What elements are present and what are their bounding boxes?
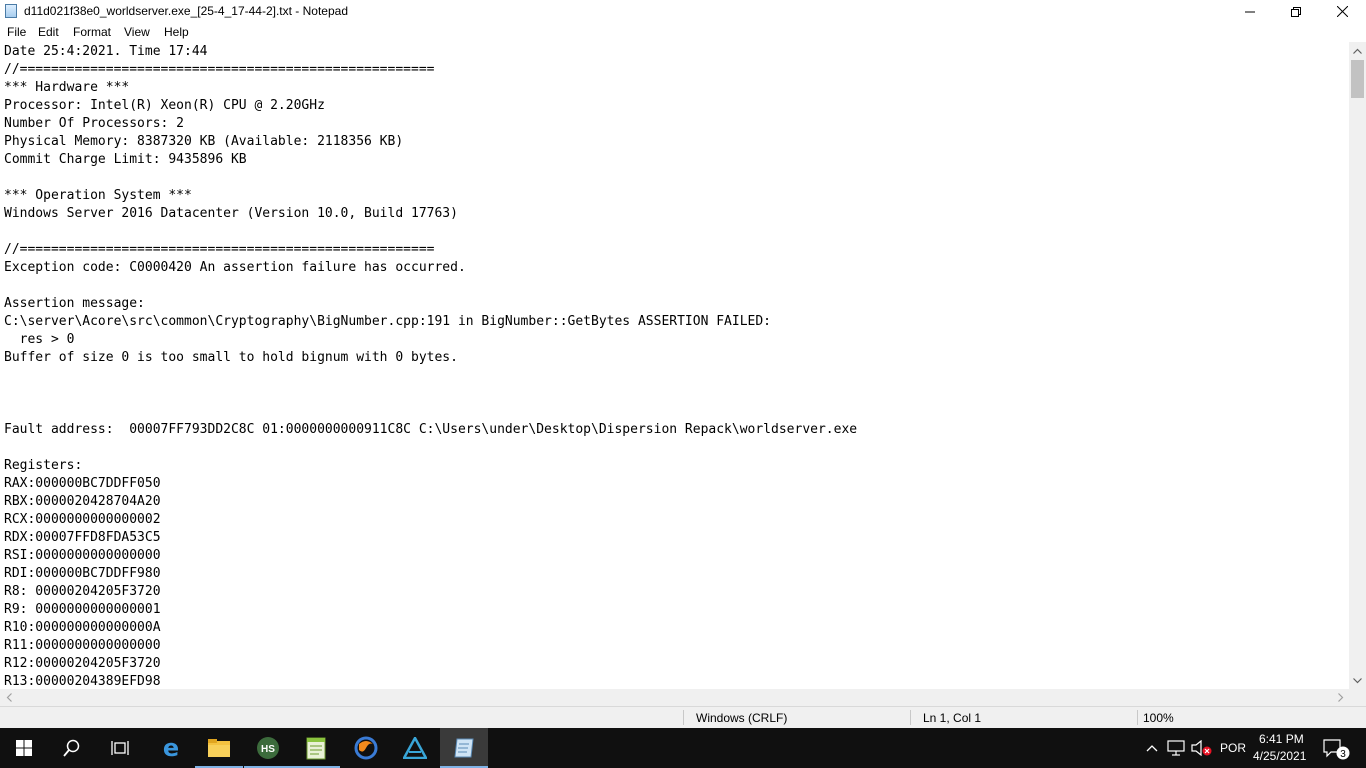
menu-bar: File Edit Format View Help <box>0 23 1366 42</box>
svg-text:e: e <box>163 736 179 760</box>
chevron-right-icon <box>1337 693 1343 702</box>
volume-button[interactable] <box>1190 728 1214 768</box>
folder-icon <box>208 739 230 757</box>
document-text[interactable]: Date 25:4:2021. Time 17:44 //===========… <box>4 43 857 689</box>
search-button[interactable] <box>48 728 96 768</box>
chevron-left-icon <box>6 693 12 702</box>
status-divider <box>910 710 911 725</box>
edge-icon: e <box>163 736 179 760</box>
task-view-button[interactable] <box>96 728 144 768</box>
network-button[interactable] <box>1166 728 1186 768</box>
status-bar: Windows (CRLF) Ln 1, Col 1 100% <box>0 706 1366 728</box>
close-button[interactable] <box>1319 0 1365 23</box>
vertical-scrollbar[interactable] <box>1349 42 1366 689</box>
notepad-app[interactable] <box>440 728 488 768</box>
minimize-button[interactable] <box>1227 0 1273 23</box>
show-hidden-icons-button[interactable] <box>1143 728 1161 768</box>
edge-app[interactable]: e <box>147 728 195 768</box>
firefox-icon <box>354 736 378 760</box>
menu-view[interactable]: View <box>124 25 150 39</box>
restore-icon <box>1291 6 1301 17</box>
triangle-app-icon <box>403 737 427 759</box>
clock[interactable]: 6:41 PM 4/25/2021 <box>1252 728 1312 768</box>
windows-logo-icon <box>16 740 32 756</box>
taskbar: e HS POR 6:41 PM 4/25/2021 3 <box>0 728 1366 768</box>
scroll-down-button[interactable] <box>1349 672 1366 689</box>
chevron-up-icon <box>1146 745 1158 752</box>
status-line-ending: Windows (CRLF) <box>696 711 788 725</box>
search-icon <box>63 739 80 757</box>
notepad-icon <box>454 738 474 758</box>
status-divider <box>683 710 684 725</box>
task-view-icon <box>111 741 129 755</box>
browser-app[interactable] <box>342 728 390 768</box>
menu-format[interactable]: Format <box>73 25 111 39</box>
notepad-plus-plus-icon <box>306 737 326 760</box>
clock-date: 4/25/2021 <box>1253 749 1307 763</box>
hs-icon: HS <box>257 737 279 759</box>
scroll-left-button[interactable] <box>0 689 17 706</box>
text-editor[interactable]: Date 25:4:2021. Time 17:44 //===========… <box>0 42 1349 689</box>
heidisql-app[interactable]: HS <box>244 728 292 768</box>
notification-count: 3 <box>1340 749 1346 760</box>
status-cursor-position: Ln 1, Col 1 <box>923 711 982 725</box>
scrollbar-corner <box>1349 689 1366 706</box>
hs-icon-label: HS <box>261 744 275 755</box>
triangle-app[interactable] <box>391 728 439 768</box>
scroll-up-button[interactable] <box>1349 42 1366 59</box>
chevron-up-icon <box>1353 48 1362 54</box>
network-icon <box>1167 740 1185 756</box>
notifications-button[interactable]: 3 <box>1318 728 1354 768</box>
menu-file[interactable]: File <box>7 25 26 39</box>
title-bar[interactable]: d11d021f38e0_worldserver.exe_[25-4_17-44… <box>0 0 1366 23</box>
start-button[interactable] <box>0 728 48 768</box>
close-icon <box>1336 6 1348 17</box>
maximize-button[interactable] <box>1273 0 1319 23</box>
window-title: d11d021f38e0_worldserver.exe_[25-4_17-44… <box>24 4 348 18</box>
notification-icon: 3 <box>1323 739 1350 760</box>
notepadpp-app[interactable] <box>292 728 340 768</box>
input-language[interactable]: POR <box>1220 741 1246 755</box>
status-zoom: 100% <box>1143 711 1174 725</box>
scroll-right-button[interactable] <box>1332 689 1349 706</box>
notepad-icon <box>5 4 17 18</box>
volume-muted-icon <box>1191 740 1212 756</box>
status-divider <box>1137 710 1138 725</box>
horizontal-scrollbar[interactable] <box>0 689 1349 706</box>
file-explorer-app[interactable] <box>195 728 243 768</box>
notepad-window: d11d021f38e0_worldserver.exe_[25-4_17-44… <box>0 0 1366 728</box>
menu-edit[interactable]: Edit <box>38 25 59 39</box>
vertical-scroll-thumb[interactable] <box>1351 60 1364 98</box>
chevron-down-icon <box>1353 677 1362 683</box>
menu-help[interactable]: Help <box>164 25 189 39</box>
minimize-icon <box>1245 11 1255 12</box>
clock-time: 6:41 PM <box>1259 732 1304 746</box>
